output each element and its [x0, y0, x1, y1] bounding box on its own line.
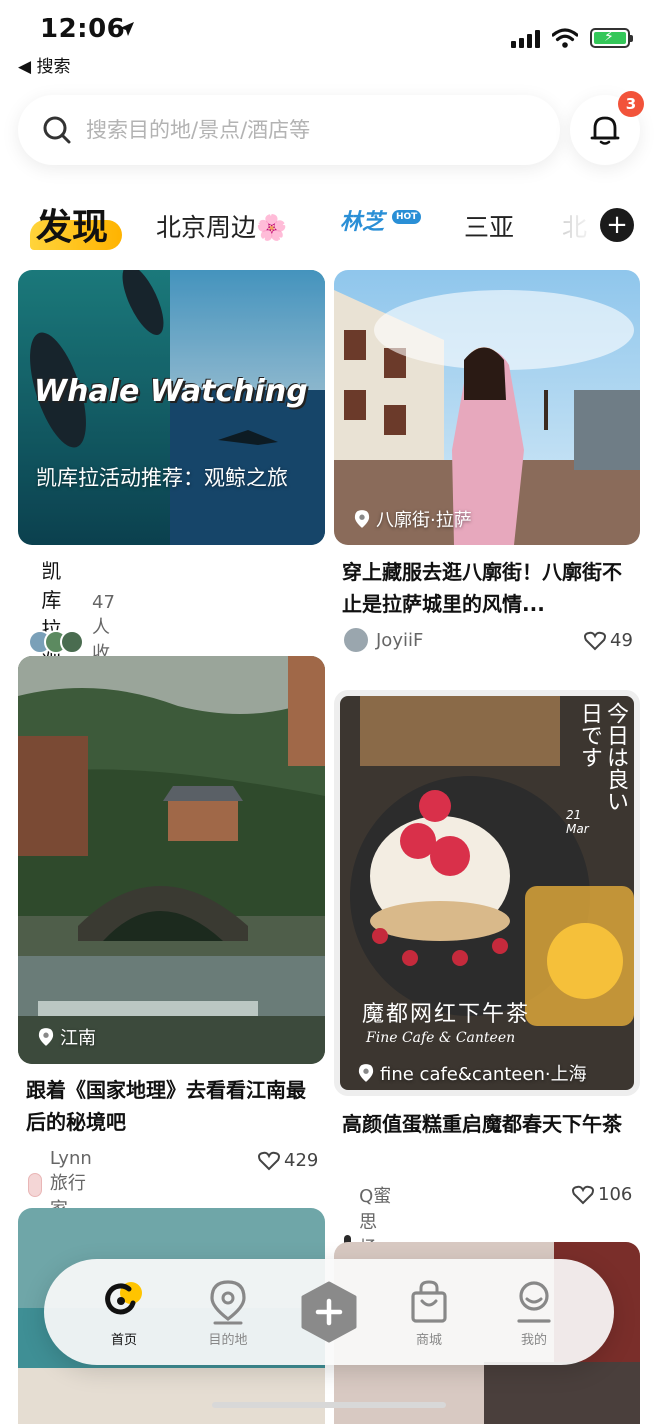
add-channel-button[interactable]: + [600, 208, 634, 242]
like-count: 106 [598, 1184, 633, 1205]
location-pin-icon [210, 1280, 246, 1325]
shopping-bag-icon [411, 1280, 447, 1323]
photo-title: 魔都网红下午茶 [362, 1002, 531, 1027]
card-photo: 江南 [18, 656, 325, 1064]
tab-linzhi[interactable]: 林芝 [340, 204, 384, 236]
location-pin-icon [358, 1064, 374, 1082]
search-bar[interactable] [18, 95, 560, 165]
like-button[interactable]: 106 [572, 1184, 632, 1205]
avatar [344, 628, 368, 652]
location-arrow-icon [120, 22, 134, 36]
photo-caption: 凯库拉活动推荐：观鲸之旅 [36, 466, 288, 490]
tab-beijing-nearby[interactable]: 北京周边🌸 [156, 208, 287, 244]
nav-label: 商城 [415, 1333, 442, 1348]
home-icon [105, 1282, 142, 1315]
nav-create-post[interactable] [289, 1281, 369, 1343]
notification-badge: 3 [618, 91, 644, 117]
plus-hexagon-icon [301, 1281, 357, 1343]
tab-discover[interactable]: 发现 [36, 198, 108, 250]
back-to-search-link[interactable]: ◀ 搜索 [18, 52, 70, 77]
home-indicator [212, 1402, 446, 1408]
nav-home[interactable]: 首页 [84, 1279, 164, 1348]
photo-title: Whale Watching [34, 374, 308, 409]
nav-profile[interactable]: 我的 [494, 1279, 574, 1348]
like-button[interactable]: 429 [258, 1150, 318, 1171]
tab-sanya[interactable]: 三亚 [464, 208, 514, 244]
search-input[interactable] [86, 118, 526, 142]
saver-avatars [28, 629, 84, 654]
heart-icon [258, 1151, 280, 1170]
heart-icon [572, 1185, 594, 1204]
status-time: 12:06 [40, 14, 126, 44]
card-photo: 八廓街·拉萨 [334, 270, 640, 545]
location-pin-icon [38, 1028, 54, 1046]
bottom-nav: 首页 目的地 商城 我的 [44, 1259, 614, 1365]
card-title: 高颜值蛋糕重启魔都春天下午茶 [342, 1112, 622, 1136]
nav-label: 首页 [110, 1333, 137, 1348]
profile-icon [517, 1281, 551, 1323]
like-count: 49 [610, 630, 633, 651]
card-photo: 今日は良い日です 21 Mar 魔都网红下午茶 Fine Cafe & Cant… [334, 690, 640, 1096]
battery-icon: ⚡ [590, 28, 633, 48]
photo-location-label: 江南 [38, 1024, 96, 1050]
hot-badge: HOT [392, 210, 422, 224]
photo-date: 21 Mar [566, 808, 589, 836]
like-button[interactable]: 49 [584, 630, 633, 651]
bell-icon [590, 116, 620, 145]
location-pin-icon [354, 510, 370, 528]
card-title: 跟着《国家地理》去看看江南最后的秘境吧 [26, 1078, 306, 1134]
avatar [28, 1172, 42, 1197]
photo-subtitle: Fine Cafe & Canteen [366, 1030, 516, 1046]
nav-shop[interactable]: 商城 [389, 1279, 469, 1348]
heart-icon [584, 631, 606, 650]
card-title: 穿上藏服去逛八廓街！八廓街不止是拉萨城里的风情... [342, 560, 622, 616]
channel-tabs: 发现 北京周边🌸 林芝 HOT 三亚 北 + [0, 190, 658, 265]
nav-destination[interactable]: 目的地 [188, 1279, 268, 1348]
notifications-button[interactable]: 3 [570, 91, 644, 165]
author-name: JoyiiF [376, 629, 424, 651]
nav-label: 目的地 [208, 1333, 248, 1348]
card-photo: Whale Watching 凯库拉活动推荐：观鲸之旅 [18, 270, 325, 545]
location-text: fine cafe&canteen·上海 [380, 1064, 587, 1085]
status-bar: 12:06 ◀ 搜索 ⚡ [0, 0, 658, 80]
wifi-icon [552, 28, 578, 48]
photo-location-label: fine cafe&canteen·上海 [358, 1060, 587, 1086]
search-icon [43, 116, 71, 144]
cellular-signal-icon [511, 28, 540, 48]
location-text: 江南 [60, 1028, 96, 1049]
card-author: JoyiiF [344, 628, 423, 652]
nav-label: 我的 [520, 1333, 547, 1348]
photo-location-label: 八廓街·拉萨 [354, 506, 472, 532]
like-count: 429 [284, 1150, 319, 1171]
location-text: 八廓街·拉萨 [376, 510, 472, 531]
